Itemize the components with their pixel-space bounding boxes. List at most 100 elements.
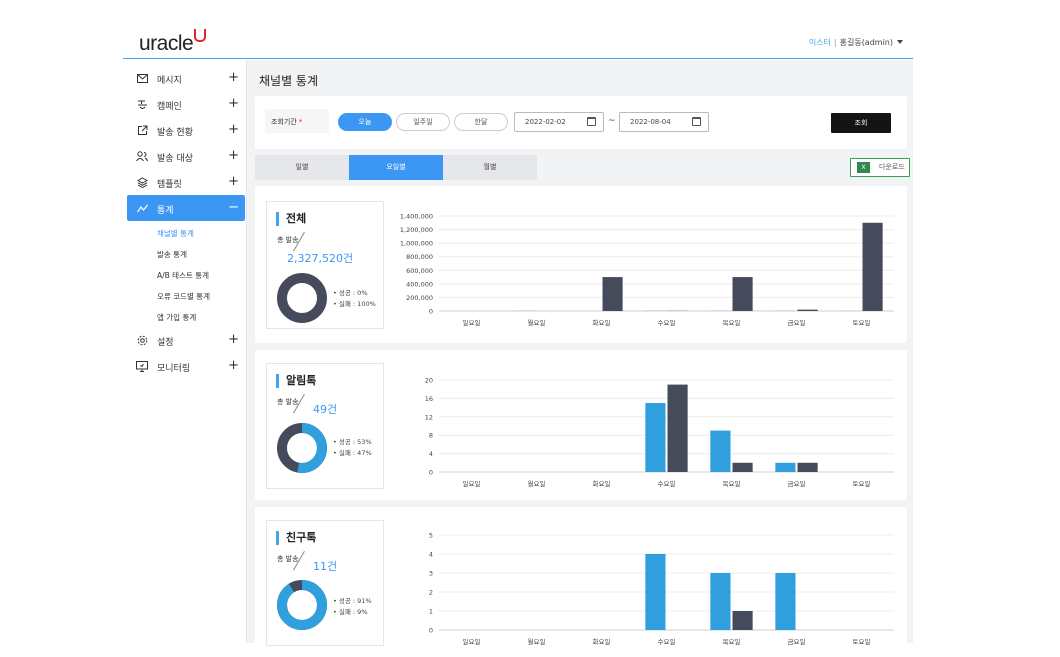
x-tick-label: 월요일 bbox=[528, 637, 546, 646]
total-count: 2,327,520건 bbox=[287, 250, 353, 266]
y-tick-label: 400,000 bbox=[406, 280, 433, 288]
total-label: 총 발송 bbox=[277, 554, 299, 564]
y-tick-label: 20 bbox=[425, 377, 433, 385]
sidebar: 메시지 + 캠페인 + 발송 현황 + 발송 대상 + 템플릿 + 통계 − 채 bbox=[123, 60, 247, 643]
expand-icon[interactable]: + bbox=[228, 148, 239, 163]
sidebar-item-template[interactable]: 템플릿 + bbox=[127, 169, 245, 195]
expand-icon[interactable]: + bbox=[228, 122, 239, 137]
top-header: uracle 이스터|홍길동(admin) bbox=[123, 0, 913, 59]
bar[interactable] bbox=[710, 573, 730, 630]
caret-down-icon[interactable] bbox=[897, 40, 903, 44]
sidebar-sub-error-code-stats[interactable]: 오류 코드별 통계 bbox=[157, 291, 210, 302]
section-title: 전체 bbox=[276, 212, 306, 226]
sidebar-item-label: 발송 현황 bbox=[157, 125, 193, 138]
campaign-icon bbox=[136, 98, 148, 110]
y-tick-label: 1 bbox=[429, 608, 433, 616]
sidebar-item-message[interactable]: 메시지 + bbox=[127, 65, 245, 91]
bar[interactable] bbox=[733, 463, 753, 472]
expand-icon[interactable]: + bbox=[228, 96, 239, 111]
y-tick-label: 3 bbox=[429, 570, 433, 578]
start-date-input[interactable]: 2022-02-02 bbox=[514, 112, 604, 132]
tab-monthly[interactable]: 월별 bbox=[443, 155, 537, 180]
y-tick-label: 1,200,000 bbox=[400, 226, 433, 234]
end-date-input[interactable]: 2022-08-04 bbox=[619, 112, 709, 132]
period-label: 조회기간* bbox=[265, 109, 329, 133]
y-tick-label: 4 bbox=[429, 551, 433, 559]
expand-icon[interactable]: + bbox=[228, 358, 239, 373]
period-label-text: 조회기간 bbox=[271, 118, 297, 126]
header-separator: | bbox=[834, 38, 837, 47]
x-tick-label: 금요일 bbox=[788, 479, 806, 488]
bar[interactable] bbox=[798, 310, 818, 311]
sidebar-item-label: 캠페인 bbox=[157, 99, 182, 112]
sidebar-sub-send-stats[interactable]: 발송 통계 bbox=[157, 249, 187, 260]
site-link[interactable]: 이스터 bbox=[809, 38, 831, 47]
sidebar-item-statistics[interactable]: 통계 − bbox=[127, 195, 245, 221]
y-tick-label: 4 bbox=[429, 450, 433, 458]
calendar-icon[interactable] bbox=[692, 117, 701, 126]
x-tick-label: 수요일 bbox=[658, 318, 676, 327]
expand-icon[interactable]: + bbox=[228, 70, 239, 85]
bar[interactable] bbox=[668, 385, 688, 472]
required-mark: * bbox=[299, 118, 303, 126]
x-tick-label: 목요일 bbox=[723, 479, 741, 488]
trend-icon bbox=[136, 202, 148, 214]
x-tick-label: 금요일 bbox=[788, 318, 806, 327]
donut-chart bbox=[276, 272, 328, 324]
end-date-value: 2022-08-04 bbox=[630, 118, 671, 126]
summary-box: 전체 총 발송 2,327,520건 • 성공 : 0% • 실패 : 100% bbox=[266, 201, 384, 329]
period-week-button[interactable]: 일주일 bbox=[396, 113, 450, 131]
tab-weekday[interactable]: 요일별 bbox=[349, 155, 443, 180]
x-tick-label: 월요일 bbox=[528, 318, 546, 327]
bar[interactable] bbox=[645, 554, 665, 630]
bar[interactable] bbox=[710, 431, 730, 472]
sidebar-item-send-target[interactable]: 발송 대상 + bbox=[127, 143, 245, 169]
bar[interactable] bbox=[775, 573, 795, 630]
y-tick-label: 5 bbox=[429, 532, 433, 540]
app-frame: uracle 이스터|홍길동(admin) 메시지 + 캠페인 + 발송 현황 … bbox=[123, 0, 913, 643]
sidebar-sub-channel-stats[interactable]: 채널별 통계 bbox=[157, 228, 194, 239]
y-tick-label: 0 bbox=[429, 627, 433, 635]
total-label: 총 발송 bbox=[277, 397, 299, 407]
sidebar-item-campaign[interactable]: 캠페인 + bbox=[127, 91, 245, 117]
bar[interactable] bbox=[798, 463, 818, 472]
bar[interactable] bbox=[733, 611, 753, 630]
sidebar-item-monitoring[interactable]: 모니터링 + bbox=[127, 353, 245, 379]
bar-chart-alimtalk: 201612840일요일월요일화요일수요일목요일금요일토요일 bbox=[395, 372, 900, 494]
sidebar-item-label: 모니터링 bbox=[157, 361, 190, 374]
x-tick-label: 토요일 bbox=[853, 318, 871, 327]
sidebar-item-settings[interactable]: 설정 + bbox=[127, 327, 245, 353]
fail-rate: • 실패 : 47% bbox=[333, 448, 372, 459]
y-tick-label: 1,400,000 bbox=[400, 213, 433, 221]
collapse-icon[interactable]: − bbox=[228, 200, 239, 215]
sidebar-sub-ab-test-stats[interactable]: A/B 테스트 통계 bbox=[157, 270, 209, 281]
bar[interactable] bbox=[863, 223, 883, 311]
sidebar-item-label: 템플릿 bbox=[157, 177, 182, 190]
bar[interactable] bbox=[775, 463, 795, 472]
main-content: 채널별 통계 조회기간* 오늘 일주일 한달 2022-02-02 ~ 2022… bbox=[247, 60, 913, 643]
expand-icon[interactable]: + bbox=[228, 332, 239, 347]
y-tick-label: 0 bbox=[429, 308, 433, 316]
bar[interactable] bbox=[603, 277, 623, 311]
user-menu[interactable]: 홍길동(admin) bbox=[840, 38, 893, 47]
tab-daily[interactable]: 일별 bbox=[255, 155, 349, 180]
expand-icon[interactable]: + bbox=[228, 174, 239, 189]
period-month-button[interactable]: 한달 bbox=[454, 113, 508, 131]
summary-box: 친구톡 총 발송 11건 • 성공 : 91% • 실패 : 9% bbox=[266, 520, 384, 646]
bar[interactable] bbox=[733, 277, 753, 311]
y-tick-label: 8 bbox=[429, 432, 433, 440]
logo[interactable]: uracle bbox=[139, 29, 206, 56]
search-button[interactable]: 조회 bbox=[831, 113, 891, 133]
calendar-icon[interactable] bbox=[587, 117, 596, 126]
section-title: 친구톡 bbox=[276, 531, 316, 545]
period-today-button[interactable]: 오늘 bbox=[338, 113, 392, 131]
bar[interactable] bbox=[645, 403, 665, 472]
filter-panel: 조회기간* 오늘 일주일 한달 2022-02-02 ~ 2022-08-04 … bbox=[255, 96, 907, 149]
x-tick-label: 금요일 bbox=[788, 637, 806, 646]
sidebar-item-send-status[interactable]: 발송 현황 + bbox=[127, 117, 245, 143]
y-tick-label: 16 bbox=[425, 395, 433, 403]
download-button[interactable]: X다운로드 bbox=[850, 158, 910, 177]
sidebar-sub-app-join-stats[interactable]: 앱 가입 통계 bbox=[157, 312, 196, 323]
fail-rate: • 실패 : 9% bbox=[333, 607, 372, 618]
x-tick-label: 화요일 bbox=[593, 318, 611, 327]
